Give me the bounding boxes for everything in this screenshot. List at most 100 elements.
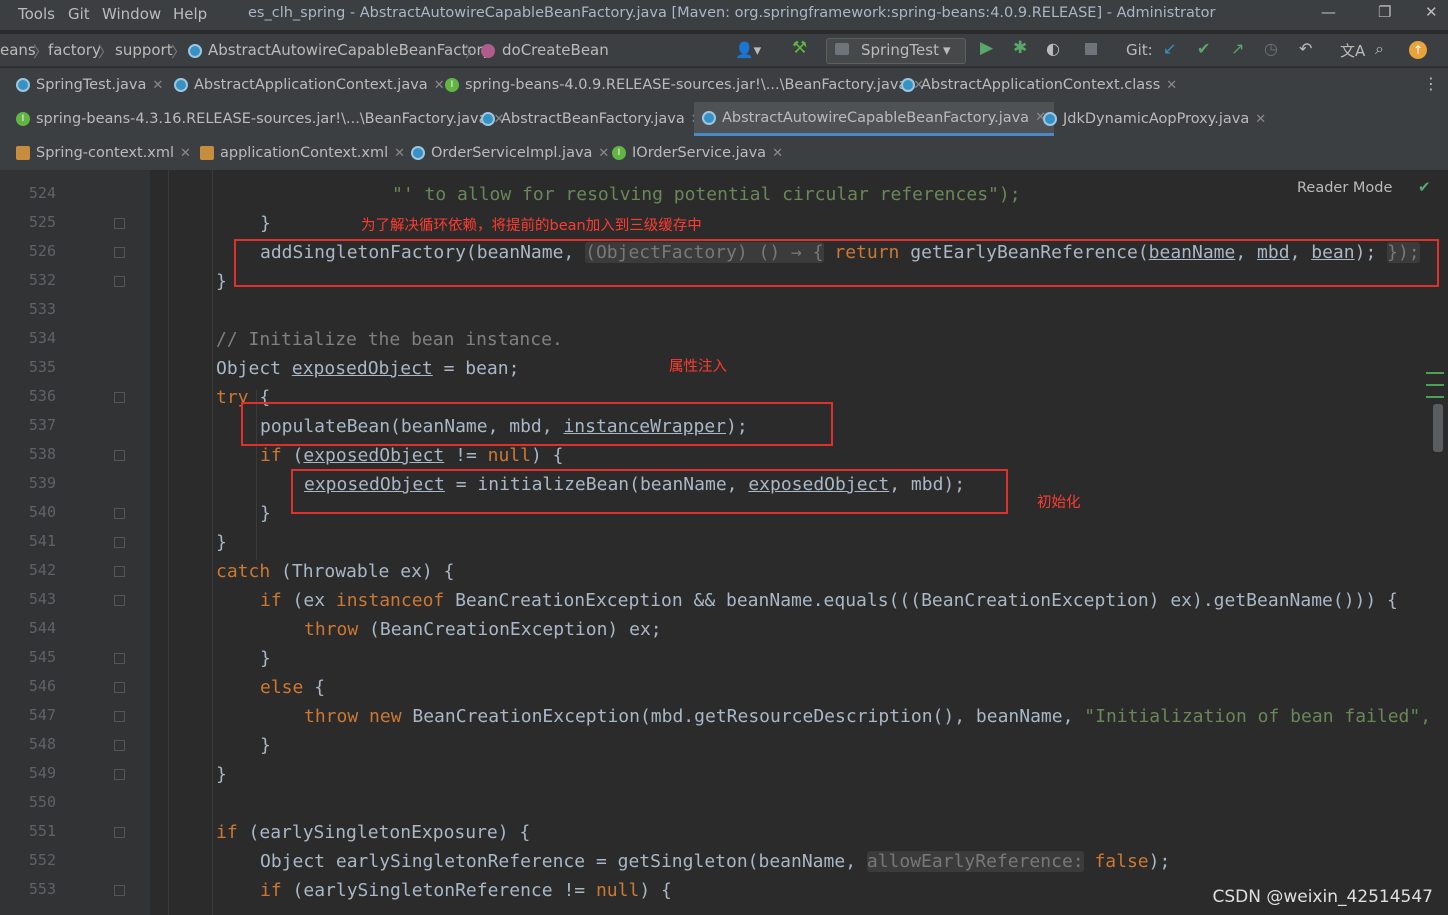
interface-icon: I [612, 146, 626, 160]
tab-abstract-app-context-class[interactable]: AbstractApplicationContext.class ✕ [901, 68, 1177, 102]
git-push-icon[interactable]: ↗ [1231, 39, 1244, 58]
fold-marker-icon[interactable] [114, 711, 125, 722]
update-icon[interactable]: ↑ [1409, 41, 1427, 59]
code-line: Object earlySingletonReference = getSing… [260, 851, 1171, 872]
fold-marker-icon[interactable] [114, 740, 125, 751]
fold-marker-icon[interactable] [114, 827, 125, 838]
menu-bar: Tools Git Window Help es_clh_spring - Ab… [0, 0, 1448, 30]
breadcrumb-item[interactable]: support [115, 41, 173, 59]
menu-tools[interactable]: Tools [18, 5, 55, 23]
chevron-down-icon: ▾ [943, 41, 951, 59]
fold-marker-icon[interactable] [114, 392, 125, 403]
tab-beanfactory-4316[interactable]: Ispring-beans-4.3.16.RELEASE-sources.jar… [16, 102, 504, 136]
history-icon[interactable]: ◷ [1264, 39, 1278, 58]
line-number: 533 [28, 300, 56, 318]
code-line: if (earlySingletonExposure) { [216, 822, 531, 843]
close-icon[interactable]: ✕ [1425, 3, 1438, 21]
vertical-scrollbar[interactable] [1433, 404, 1443, 452]
line-number: 543 [28, 590, 56, 608]
close-tab-icon[interactable]: ✕ [152, 78, 163, 93]
fold-marker-icon[interactable] [114, 247, 125, 258]
fold-marker-icon[interactable] [114, 508, 125, 519]
coverage-icon[interactable]: ◐ [1046, 39, 1060, 58]
method-icon [481, 44, 495, 58]
code-line: throw new BeanCreationException(mbd.getR… [304, 706, 1432, 727]
tab-application-context-xml[interactable]: applicationContext.xml ✕ [200, 136, 405, 170]
minimize-icon[interactable]: — [1321, 3, 1336, 21]
code-line: if (exposedObject != null) { [260, 445, 564, 466]
tab-springtest[interactable]: SpringTest.java ✕ [16, 68, 163, 102]
close-tab-icon[interactable]: ✕ [394, 146, 405, 161]
breadcrumb-item[interactable]: AbstractAutowireCapableBeanFactory [208, 41, 492, 59]
menu-window[interactable]: Window [102, 5, 161, 23]
code-line: } [260, 213, 271, 234]
close-tab-icon[interactable]: ✕ [180, 146, 191, 161]
more-tabs-icon[interactable]: ⋮ [1423, 74, 1439, 93]
tab-abstract-autowire[interactable]: AbstractAutowireCapableBeanFactory.java ✕ [694, 102, 1054, 136]
tab-abstract-beanfactory[interactable]: AbstractBeanFactory.java✕ [481, 102, 702, 136]
build-hammer-icon[interactable]: ⚒ [792, 38, 807, 58]
tab-jdk-dynamic-aop[interactable]: JdkDynamicAopProxy.java ✕ [1043, 102, 1266, 136]
close-tab-icon[interactable]: ✕ [772, 146, 783, 161]
fold-marker-icon[interactable] [114, 595, 125, 606]
fold-marker-icon[interactable] [114, 450, 125, 461]
git-update-icon[interactable]: ↙ [1163, 39, 1176, 58]
menu-help[interactable]: Help [173, 5, 207, 23]
git-commit-icon[interactable]: ✔ [1197, 39, 1210, 58]
close-tab-icon[interactable]: ✕ [1255, 112, 1266, 127]
code-line: Object exposedObject = bean; [216, 358, 520, 379]
search-icon[interactable]: ⌕ [1375, 39, 1384, 59]
change-marker [1426, 396, 1444, 398]
tab-abstract-app-context[interactable]: AbstractApplicationContext.java ✕ [174, 68, 445, 102]
close-tab-icon[interactable]: ✕ [598, 146, 609, 161]
line-number: 550 [28, 793, 56, 811]
translate-icon[interactable]: 文A [1340, 40, 1365, 61]
line-number: 549 [28, 764, 56, 782]
fold-marker-icon[interactable] [114, 653, 125, 664]
reader-mode-button[interactable]: Reader Mode [1297, 180, 1392, 196]
breadcrumb-item[interactable]: factory [48, 41, 101, 59]
breadcrumb-item[interactable]: doCreateBean [502, 41, 609, 59]
close-tab-icon[interactable]: ✕ [434, 78, 445, 93]
fold-marker-icon[interactable] [114, 276, 125, 287]
editor-tab-row: Ispring-beans-4.3.16.RELEASE-sources.jar… [0, 102, 1448, 137]
tab-beanfactory-409[interactable]: Ispring-beans-4.0.9.RELEASE-sources.jar!… [445, 68, 924, 102]
breadcrumb-item[interactable]: eans [0, 41, 36, 59]
close-tab-icon[interactable]: ✕ [1166, 78, 1177, 93]
fold-marker-icon[interactable] [114, 769, 125, 780]
rollback-icon[interactable]: ↶ [1299, 39, 1312, 58]
debug-icon[interactable]: ✱ [1013, 38, 1027, 58]
menu-git[interactable]: Git [68, 5, 90, 23]
interface-icon: I [16, 112, 30, 126]
user-icon[interactable]: 👤▾ [735, 41, 761, 59]
line-number: 541 [28, 532, 56, 550]
class-icon [702, 110, 716, 125]
tab-label: IOrderService.java [632, 145, 767, 161]
code-line: // Initialize the bean instance. [216, 329, 563, 350]
fold-marker-icon[interactable] [114, 218, 125, 229]
tab-spring-context-xml[interactable]: Spring-context.xml ✕ [16, 136, 191, 170]
annotation-populate-note: 属性注入 [669, 359, 727, 375]
tab-label: spring-beans-4.3.16.RELEASE-sources.jar!… [36, 111, 488, 127]
tab-label: Spring-context.xml [36, 145, 175, 161]
tab-iorder-service[interactable]: I IOrderService.java ✕ [612, 136, 783, 170]
fold-marker-icon[interactable] [114, 885, 125, 896]
class-icon [16, 78, 30, 92]
indent-guide [212, 170, 213, 915]
fold-marker-icon[interactable] [114, 566, 125, 577]
line-number: 540 [28, 503, 56, 521]
stop-icon[interactable] [1085, 43, 1097, 55]
line-number: 536 [28, 387, 56, 405]
fold-marker-icon[interactable] [114, 682, 125, 693]
run-config-select[interactable]: SpringTest ▾ [826, 38, 966, 64]
editor-tab-row: Spring-context.xml ✕ applicationContext.x… [0, 136, 1448, 171]
git-label: Git: [1126, 41, 1153, 59]
editor-gutter[interactable]: 524 525 526 532 533 534 535 536 537 538 … [0, 170, 150, 915]
navigation-bar: eans 〉 factory 〉 support 〉 AbstractAutow… [0, 34, 1448, 67]
tab-order-service-impl[interactable]: OrderServiceImpl.java ✕ [411, 136, 609, 170]
line-number: 525 [28, 213, 56, 231]
run-icon[interactable]: ▶ [980, 38, 993, 58]
fold-marker-icon[interactable] [114, 537, 125, 548]
check-icon: ✔ [1418, 178, 1431, 196]
maximize-icon[interactable]: ❐ [1378, 3, 1391, 21]
